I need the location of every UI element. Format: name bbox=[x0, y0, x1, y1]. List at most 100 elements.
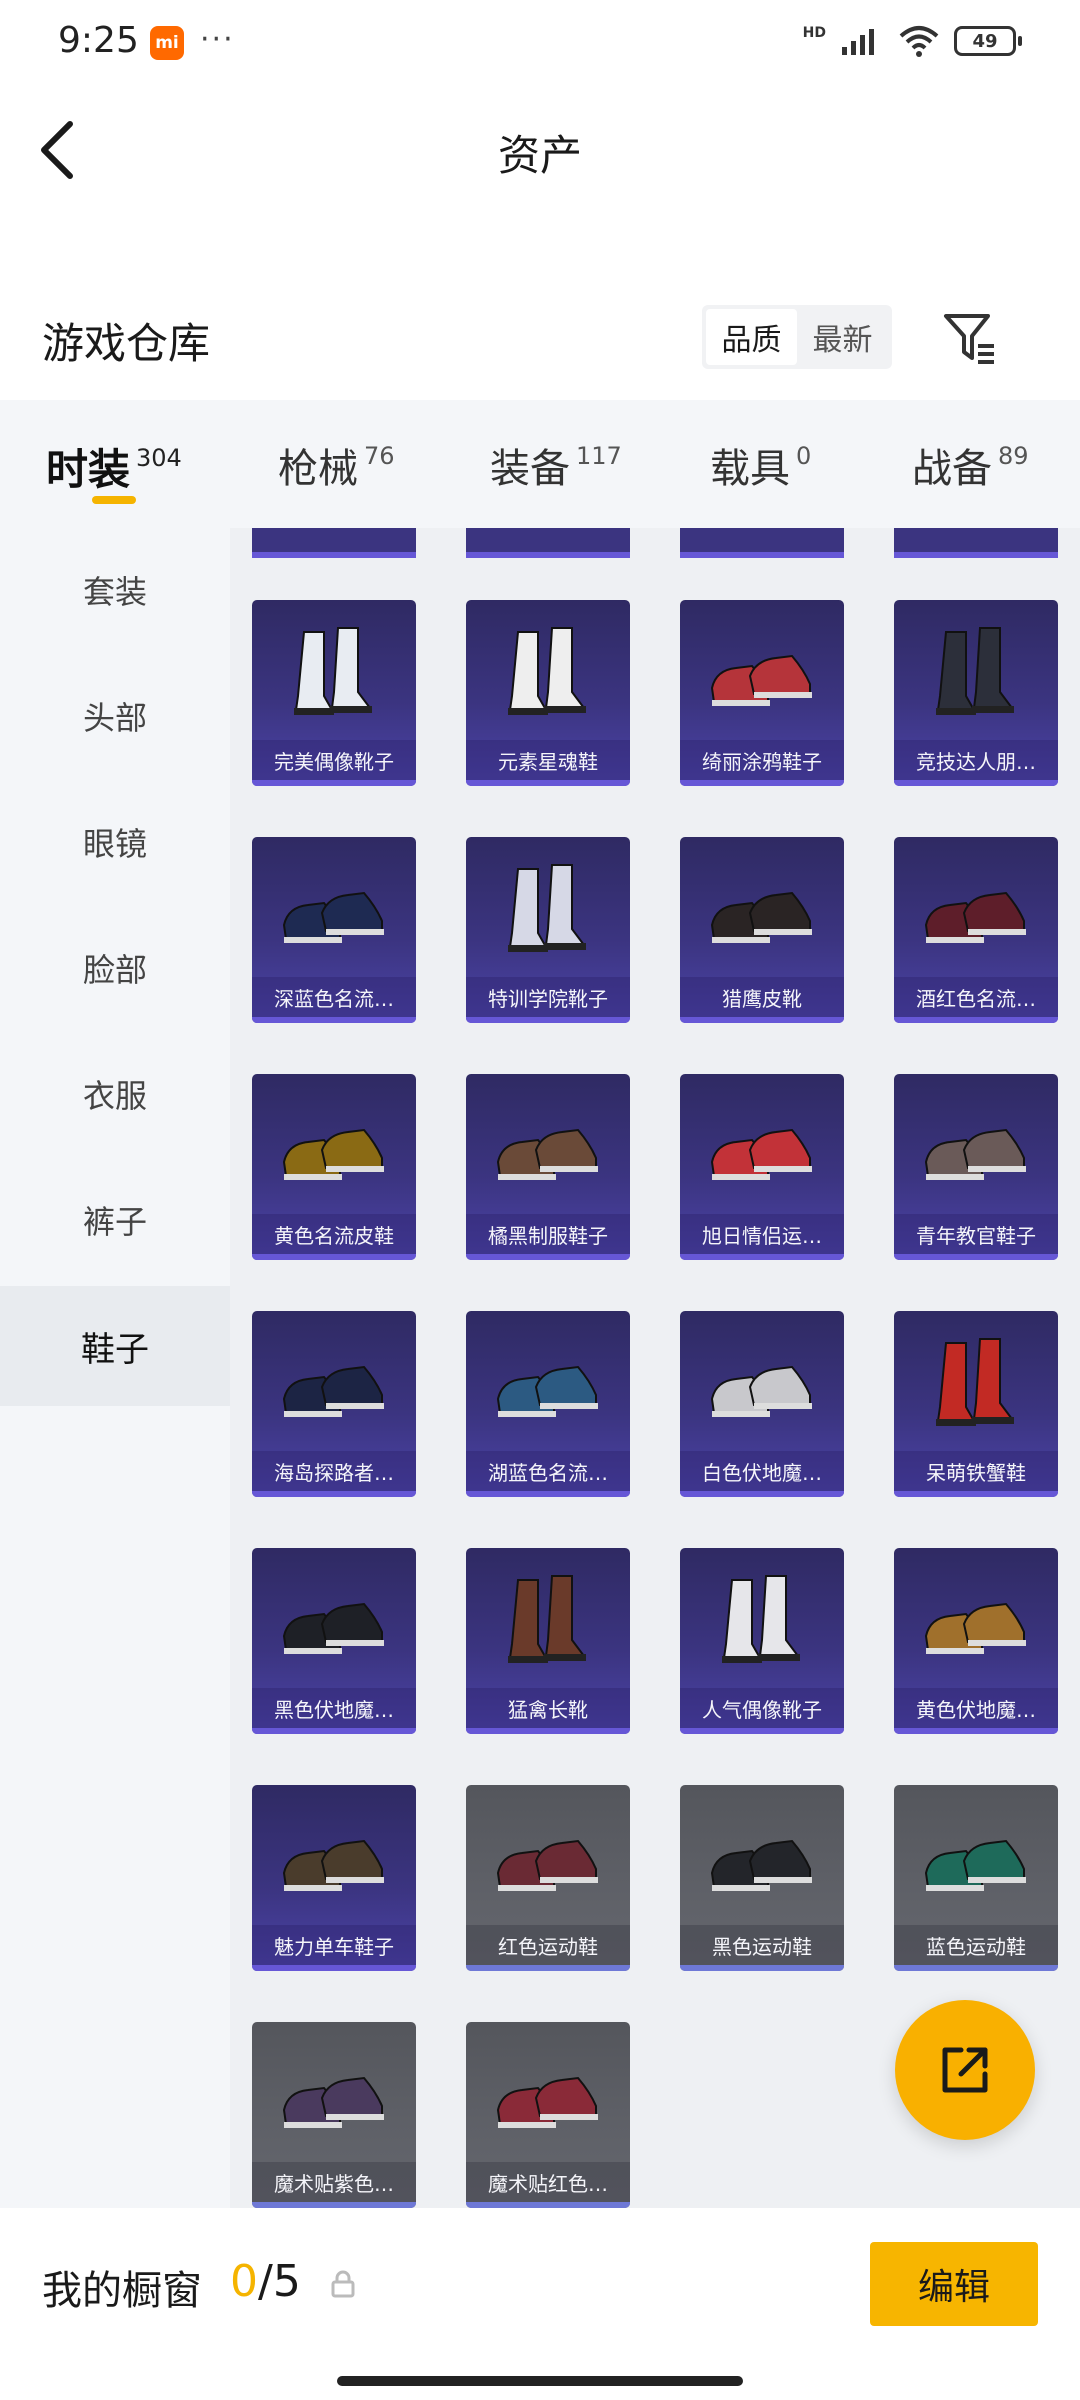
item-card[interactable]: 特训学院靴子 bbox=[466, 837, 630, 1023]
sidebar-item-shoes[interactable]: 鞋子 bbox=[0, 1286, 230, 1406]
item-card[interactable]: 黑色伏地魔… bbox=[252, 1548, 416, 1734]
boot-icon bbox=[508, 1575, 586, 1663]
tab-count: 0 bbox=[796, 442, 812, 470]
item-card[interactable]: 青年教官鞋子 bbox=[894, 1074, 1058, 1260]
item-card[interactable]: 猛禽长靴 bbox=[466, 1548, 630, 1734]
shoe-icon bbox=[282, 1839, 384, 1891]
item-card-label: 酒红色名流… bbox=[894, 977, 1058, 1017]
item-card-label: 特训学院靴子 bbox=[466, 977, 630, 1017]
partial-card[interactable] bbox=[680, 528, 844, 558]
card-stripe bbox=[680, 1728, 844, 1734]
item-card[interactable]: 魔术贴红色… bbox=[466, 2022, 630, 2208]
sidebar-item-outfit[interactable]: 套装 bbox=[0, 530, 230, 650]
card-stripe bbox=[894, 780, 1058, 786]
sort-quality-button[interactable]: 品质 bbox=[706, 309, 797, 365]
shoe-icon bbox=[924, 1128, 1026, 1180]
card-stripe bbox=[252, 1254, 416, 1260]
lock-icon bbox=[331, 2270, 355, 2298]
item-card[interactable]: 元素星魂鞋 bbox=[466, 600, 630, 786]
item-card[interactable]: 白色伏地魔… bbox=[680, 1311, 844, 1497]
item-card-label: 海岛探路者… bbox=[252, 1451, 416, 1491]
item-card-label: 红色运动鞋 bbox=[466, 1925, 630, 1965]
filter-button[interactable] bbox=[940, 308, 1000, 368]
shoe-icon bbox=[710, 1365, 812, 1417]
card-stripe bbox=[894, 1728, 1058, 1734]
tab-vehicles[interactable]: 载具 0 bbox=[710, 436, 811, 494]
status-time: 9:25 bbox=[58, 20, 139, 61]
card-stripe bbox=[466, 1491, 630, 1497]
item-card[interactable]: 猎鹰皮靴 bbox=[680, 837, 844, 1023]
item-card[interactable]: 竞技达人朋… bbox=[894, 600, 1058, 786]
item-card[interactable]: 黑色运动鞋 bbox=[680, 1785, 844, 1971]
item-card-label: 人气偶像靴子 bbox=[680, 1688, 844, 1728]
shoe-icon bbox=[496, 1839, 598, 1891]
boot-icon bbox=[936, 1338, 1014, 1426]
card-stripe bbox=[466, 1017, 630, 1023]
shoe-icon bbox=[496, 1128, 598, 1180]
page-title: 资产 bbox=[497, 131, 582, 180]
more-notifications-icon: ··· bbox=[200, 22, 235, 57]
item-card[interactable]: 海岛探路者… bbox=[252, 1311, 416, 1497]
sidebar-item-pants[interactable]: 裤子 bbox=[0, 1160, 230, 1280]
sidebar-item-face[interactable]: 脸部 bbox=[0, 908, 230, 1028]
card-stripe bbox=[252, 1728, 416, 1734]
partial-card[interactable] bbox=[894, 528, 1058, 558]
tab-equipment[interactable]: 装备 117 bbox=[490, 436, 622, 494]
category-tabs: 时装 304 枪械 76 装备 117 载具 0 战备 89 bbox=[0, 400, 1080, 528]
wifi-icon bbox=[899, 26, 939, 57]
edit-button[interactable]: 编辑 bbox=[870, 2242, 1038, 2326]
item-card[interactable]: 黄色名流皮鞋 bbox=[252, 1074, 416, 1260]
item-card[interactable]: 绮丽涂鸦鞋子 bbox=[680, 600, 844, 786]
showcase-count-sep: / bbox=[258, 2256, 273, 2307]
item-card[interactable]: 旭日情侣运… bbox=[680, 1074, 844, 1260]
shoe-icon bbox=[282, 891, 384, 943]
partial-card[interactable] bbox=[466, 528, 630, 558]
item-card-label: 魅力单车鞋子 bbox=[252, 1925, 416, 1965]
shoe-icon bbox=[710, 654, 812, 706]
active-tab-indicator bbox=[92, 496, 136, 504]
home-indicator bbox=[337, 2376, 743, 2386]
card-stripe bbox=[252, 1491, 416, 1497]
card-stripe bbox=[466, 1728, 630, 1734]
item-card[interactable]: 完美偶像靴子 bbox=[252, 600, 416, 786]
battery-level: 49 bbox=[972, 30, 998, 52]
sidebar-item-glasses[interactable]: 眼镜 bbox=[0, 782, 230, 902]
card-stripe bbox=[466, 1254, 630, 1260]
item-card[interactable]: 呆萌铁蟹鞋 bbox=[894, 1311, 1058, 1497]
card-stripe bbox=[680, 1017, 844, 1023]
tab-label: 时装 bbox=[46, 445, 131, 494]
tab-fashion[interactable]: 时装 304 bbox=[46, 436, 182, 497]
item-card[interactable]: 魔术贴紫色… bbox=[252, 2022, 416, 2208]
item-card[interactable]: 酒红色名流… bbox=[894, 837, 1058, 1023]
item-card-label: 绮丽涂鸦鞋子 bbox=[680, 740, 844, 780]
card-stripe bbox=[252, 780, 416, 786]
tab-guns[interactable]: 枪械 76 bbox=[278, 436, 395, 494]
item-card[interactable]: 魅力单车鞋子 bbox=[252, 1785, 416, 1971]
tab-count: 117 bbox=[576, 442, 622, 470]
item-card-label: 魔术贴红色… bbox=[466, 2162, 630, 2202]
external-link-icon bbox=[942, 2047, 988, 2093]
partial-card[interactable] bbox=[252, 528, 416, 558]
item-card[interactable]: 蓝色运动鞋 bbox=[894, 1785, 1058, 1971]
status-bar: 9:25 mi ··· HD 49 bbox=[0, 0, 1080, 90]
sort-newest-button[interactable]: 最新 bbox=[797, 309, 888, 365]
tab-supplies[interactable]: 战备 89 bbox=[912, 436, 1029, 494]
battery-icon: 49 bbox=[954, 26, 1022, 56]
share-fab-button[interactable] bbox=[895, 2000, 1035, 2140]
item-card-label: 完美偶像靴子 bbox=[252, 740, 416, 780]
sidebar-item-clothes[interactable]: 衣服 bbox=[0, 1034, 230, 1154]
item-card[interactable]: 橘黑制服鞋子 bbox=[466, 1074, 630, 1260]
item-card-label: 呆萌铁蟹鞋 bbox=[894, 1451, 1058, 1491]
showcase-count-current: 0 bbox=[230, 2256, 258, 2307]
item-card[interactable]: 红色运动鞋 bbox=[466, 1785, 630, 1971]
item-card[interactable]: 黄色伏地魔… bbox=[894, 1548, 1058, 1734]
boot-icon bbox=[294, 627, 372, 715]
signal-icon bbox=[842, 29, 874, 55]
item-card[interactable]: 人气偶像靴子 bbox=[680, 1548, 844, 1734]
item-card[interactable]: 深蓝色名流… bbox=[252, 837, 416, 1023]
sidebar-item-head[interactable]: 头部 bbox=[0, 656, 230, 776]
hd-indicator: HD bbox=[802, 25, 826, 41]
item-card[interactable]: 湖蓝色名流… bbox=[466, 1311, 630, 1497]
tab-count: 304 bbox=[136, 444, 182, 472]
showcase-label: 我的橱窗 bbox=[42, 2268, 202, 2314]
